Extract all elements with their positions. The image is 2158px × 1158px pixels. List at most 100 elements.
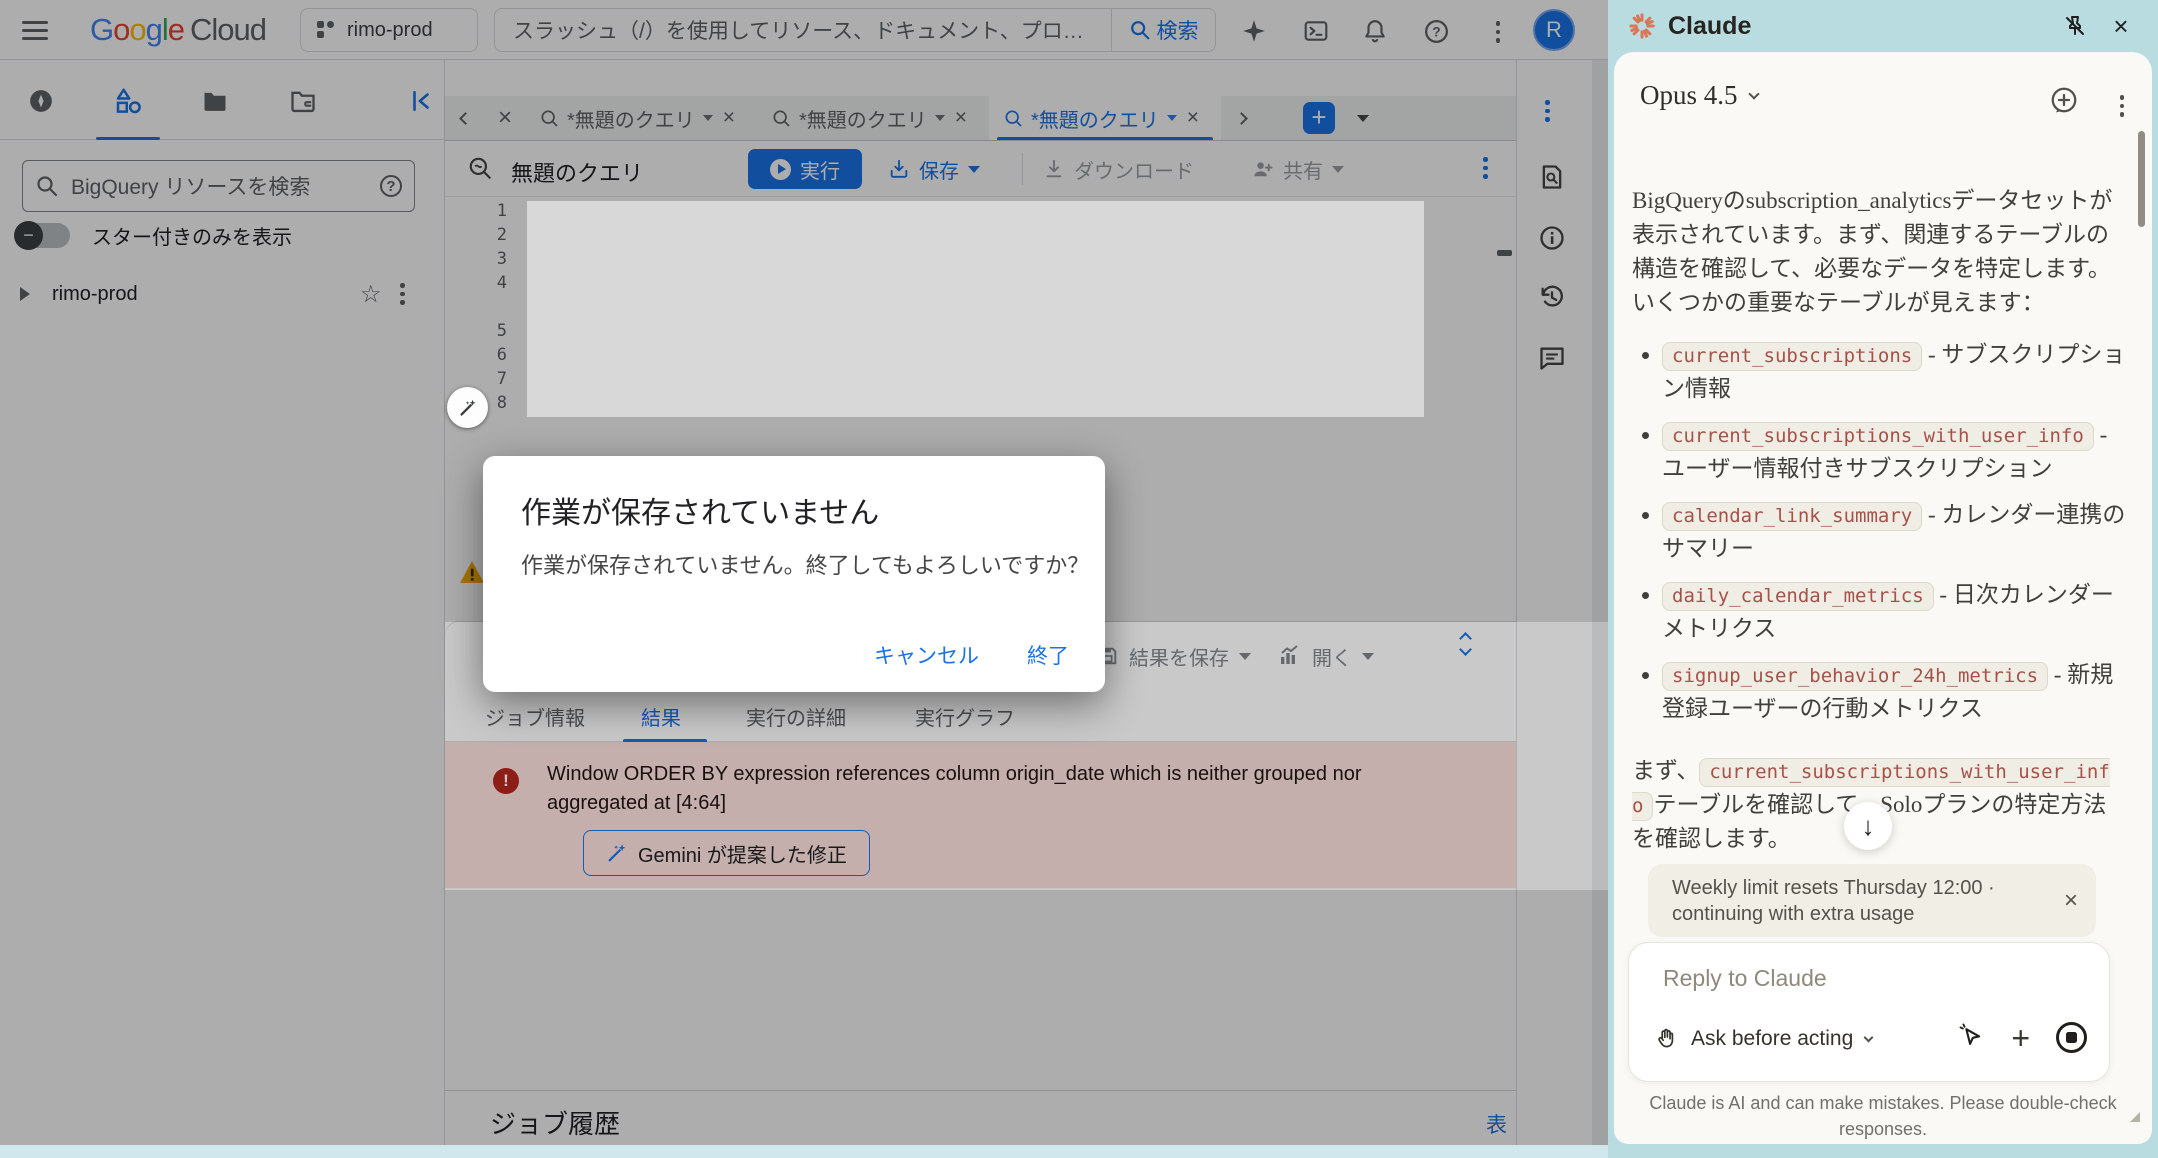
tab-execution-graph[interactable]: 実行グラフ [915,702,1015,731]
tabs-scroll-right-icon[interactable] [1221,114,1261,123]
claude-conversation-card: Opus 4.5 BigQueryのsubscription_analytics… [1614,52,2152,1144]
star-icon[interactable]: ☆ [360,280,382,309]
account-avatar[interactable]: R [1533,9,1575,51]
query-tab-3-active[interactable]: *無題のクエリ × [989,96,1221,140]
tab-overflow-menu-icon[interactable] [1545,100,1550,122]
close-panel-icon[interactable]: × [2104,9,2138,43]
top-bar: GoogleCloud rimo-prod スラッシュ（/）を使用してリソース、… [0,0,1608,60]
menu-icon[interactable] [22,21,48,40]
folder-icon[interactable] [200,86,230,116]
gemini-sparkle-icon[interactable] [1240,17,1268,45]
tab-job-info[interactable]: ジョブ情報 [485,702,585,731]
expand-caret-icon[interactable] [20,287,30,301]
dismiss-banner-icon[interactable]: × [2064,887,2078,915]
reply-input-card[interactable]: Reply to Claude Ask before acting + [1628,942,2110,1082]
tab-dropdown-icon[interactable] [935,115,945,121]
share-button[interactable]: 共有 [1251,149,1344,189]
cancel-button[interactable]: キャンセル [874,640,979,670]
search-button[interactable]: 検索 [1111,9,1215,51]
explorer-sidebar: BigQuery リソースを検索 ? − スター付きのみを表示 rimo-pro… [0,60,445,1145]
share-dropdown-icon[interactable] [1332,166,1344,173]
notifications-bell-icon[interactable] [1361,17,1389,45]
global-search[interactable]: スラッシュ（/）を使用してリソース、ドキュメント、プロダ... 検索 [494,8,1216,52]
save-dropdown-icon[interactable] [968,166,980,173]
managed-folder-icon[interactable] [288,86,318,116]
query-tab-2[interactable]: *無題のクエリ × [757,96,989,140]
tab-dropdown-icon[interactable] [1167,115,1177,121]
tab-dropdown-icon[interactable] [703,115,713,121]
computer-use-cursor-icon[interactable] [1957,1021,1985,1054]
project-tree-item[interactable]: rimo-prod ☆ [0,272,445,316]
magic-wand-icon [457,397,479,419]
tab-execution-details[interactable]: 実行の詳細 [746,702,846,731]
tab-close-icon[interactable]: × [955,106,967,130]
query-tab-1[interactable]: *無題のクエリ × [525,96,757,140]
permission-mode-selector[interactable]: Ask before acting [1655,1027,1872,1051]
toggle-knob: − [14,221,43,250]
panel-scrollbar-thumb[interactable] [2138,131,2145,227]
search-doc-icon[interactable] [1535,160,1569,194]
svg-text:?: ? [1432,24,1440,39]
permission-dropdown-icon [1864,1033,1874,1043]
code-chip: calendar_link_summary [1662,502,1922,531]
resource-search-input[interactable]: BigQuery リソースを検索 ? [22,160,415,212]
gemini-edit-wand-button[interactable] [447,387,488,428]
job-history-bar: ジョブ履歴 表示 [445,1090,1516,1145]
save-results-dropdown-icon[interactable] [1239,653,1251,660]
compass-explorer-icon[interactable] [26,86,56,116]
new-tab-button[interactable]: + [1303,102,1335,134]
save-results-button[interactable]: 結果を保存 [1097,636,1251,676]
starred-only-toggle[interactable]: − [16,222,70,249]
search-help-icon[interactable]: ? [380,175,402,197]
tab-close-icon[interactable]: × [1187,106,1199,130]
download-button[interactable]: ダウンロード [1043,149,1194,189]
project-selector[interactable]: rimo-prod [300,8,478,52]
help-icon[interactable]: ? [1422,17,1450,45]
open-dropdown-icon[interactable] [1362,653,1374,660]
close-all-tab-icon[interactable]: × [485,106,525,130]
global-search-placeholder: スラッシュ（/）を使用してリソース、ドキュメント、プロダ... [495,15,1111,45]
chat-feedback-icon[interactable] [1535,341,1569,375]
info-icon[interactable] [1535,221,1569,255]
query-icon [467,155,493,186]
toolbar-divider [1022,153,1023,185]
expand-panel-icon[interactable] [1461,634,1470,654]
tabs-scroll-left-icon[interactable] [445,114,485,123]
tree-project-name: rimo-prod [52,283,138,306]
run-query-button[interactable]: 実行 [748,149,862,189]
new-tab-dropdown-icon[interactable] [1357,115,1369,122]
new-chat-icon[interactable] [2046,82,2082,118]
search-icon [35,174,59,198]
scroll-to-bottom-button[interactable]: ↓ [1844,802,1892,850]
tree-item-menu-icon[interactable] [400,283,405,305]
model-selector[interactable]: Opus 4.5 [1640,80,1758,111]
chat-options-icon[interactable] [2104,88,2140,124]
stop-icon[interactable] [2056,1022,2087,1053]
unpin-icon[interactable] [2058,9,2092,43]
confirm-exit-button[interactable]: 終了 [1027,640,1069,670]
starred-filter-row: − スター付きのみを表示 [16,220,292,250]
table-list: current_subscriptions - サブスクリプション情報 curr… [1638,338,2126,726]
editor-scrollbar-thumb[interactable] [1497,250,1512,256]
collapse-panel-icon[interactable] [406,86,436,116]
download-icon [1043,158,1065,180]
claude-side-panel: Claude × Opus 4.5 BigQueryのsubscription_… [1608,0,2158,1158]
right-icon-rail [1516,60,1592,1145]
open-results-button[interactable]: 開く [1278,636,1374,676]
bigquery-studio-icon[interactable] [113,86,143,116]
search-icon [1129,19,1151,41]
list-item: current_subscriptions_with_user_info - ユ… [1662,418,2126,486]
attach-plus-icon[interactable]: + [2011,1022,2030,1054]
line-number: 2 [473,225,507,245]
toolbar-more-icon[interactable] [1483,157,1488,179]
tab-close-icon[interactable]: × [723,106,735,130]
browser-scrollbar-gutter[interactable] [1592,0,1608,1158]
save-query-button[interactable]: 保存 [888,149,980,189]
tab-results[interactable]: 結果 [641,702,681,731]
more-options-icon[interactable] [1484,18,1512,46]
cloud-shell-icon[interactable] [1302,17,1330,45]
gemini-fix-button[interactable]: Gemini が提案した修正 [583,830,870,876]
permission-mode-label: Ask before acting [1691,1027,1853,1051]
project-icon [317,21,335,39]
history-icon[interactable] [1535,280,1569,314]
